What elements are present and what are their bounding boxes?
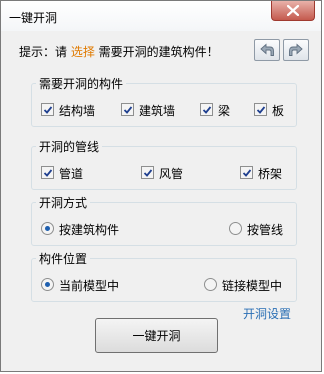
checkmark-icon <box>43 169 53 177</box>
checkbox-label: 建筑墙 <box>139 104 176 118</box>
undo-arrow-icon <box>260 43 274 56</box>
checkmark-icon <box>143 169 153 177</box>
close-button[interactable] <box>271 1 315 21</box>
run-button[interactable]: 一键开洞 <box>95 318 218 353</box>
radio-label: 链接模型中 <box>222 279 283 293</box>
radio-button[interactable] <box>229 222 242 235</box>
checkbox-box[interactable] <box>41 166 54 179</box>
settings-link[interactable]: 开洞设置 <box>243 305 291 322</box>
radio-button[interactable] <box>41 222 54 235</box>
hint-prefix: 提示：请 <box>19 45 71 59</box>
checkmark-icon <box>123 106 133 114</box>
window-title: 一键开洞 <box>9 11 58 25</box>
checkbox-label: 管道 <box>59 167 84 181</box>
radio-label: 按建筑构件 <box>59 223 120 237</box>
checkbox-label: 桥架 <box>258 167 283 181</box>
hint-highlight: 选择 <box>70 45 95 59</box>
location-group-title: 构件位置 <box>36 250 91 267</box>
close-icon <box>287 5 299 16</box>
component-group-title: 需要开洞的构件 <box>36 75 127 92</box>
checkmark-icon <box>242 169 252 177</box>
redo-button[interactable] <box>283 39 309 61</box>
checkbox-label: 结构墙 <box>59 104 96 118</box>
method-group: 开洞方式 按建筑构件 按管线 <box>31 194 297 246</box>
method-group-title: 开洞方式 <box>36 194 91 211</box>
checkbox-box[interactable] <box>121 103 134 116</box>
checkbox-label: 梁 <box>218 104 231 118</box>
dialog-body: 提示：请 选择 需要开洞的建筑构件！ 需要开洞的构件 结构墙 建筑墙 梁 板 开… <box>7 31 315 365</box>
checkmark-icon <box>256 106 266 114</box>
hint-text: 提示：请 选择 需要开洞的建筑构件！ <box>19 43 219 60</box>
location-group: 构件位置 当前模型中 链接模型中 <box>31 250 297 302</box>
pipeline-group: 开洞的管线 管道 风管 桥架 <box>31 138 297 190</box>
hint-suffix: 需要开洞的建筑构件！ <box>94 45 219 59</box>
radio-label: 按管线 <box>247 223 284 237</box>
checkbox-box[interactable] <box>141 166 154 179</box>
title-bar[interactable]: 一键开洞 <box>1 1 321 31</box>
dialog-window: 一键开洞 提示：请 选择 需要开洞的建筑构件！ 需要开洞的构件 结构墙 建筑墙 … <box>0 0 322 372</box>
checkbox-box[interactable] <box>240 166 253 179</box>
component-group: 需要开洞的构件 结构墙 建筑墙 梁 板 <box>31 75 297 127</box>
radio-button[interactable] <box>204 278 217 291</box>
checkbox-box[interactable] <box>200 103 213 116</box>
pipeline-group-title: 开洞的管线 <box>36 138 103 155</box>
checkbox-label: 风管 <box>159 167 184 181</box>
radio-button[interactable] <box>41 278 54 291</box>
radio-label: 当前模型中 <box>59 279 120 293</box>
checkbox-label: 板 <box>272 104 285 118</box>
checkmark-icon <box>202 106 212 114</box>
checkmark-icon <box>43 106 53 114</box>
redo-arrow-icon <box>289 43 303 56</box>
checkbox-box[interactable] <box>41 103 54 116</box>
checkbox-box[interactable] <box>254 103 267 116</box>
undo-button[interactable] <box>254 39 280 61</box>
